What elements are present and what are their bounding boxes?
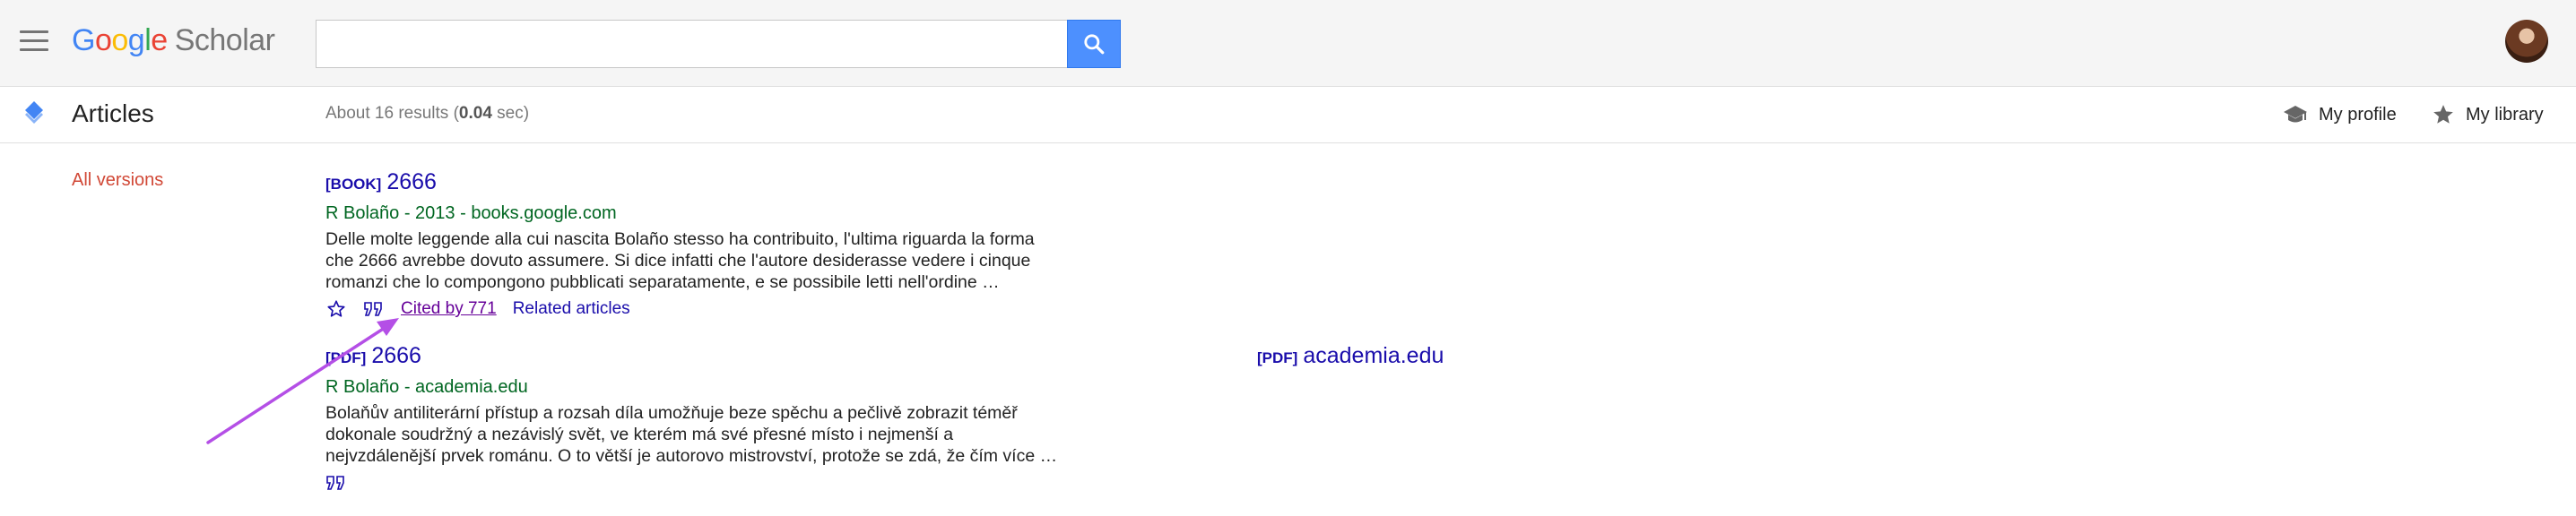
results-toolbar: Articles About 16 results (0.04 sec) My … (0, 87, 2576, 143)
result-meta: R Bolaño - academia.edu (325, 377, 528, 397)
cited-by-link[interactable]: Cited by 771 (401, 299, 497, 319)
result-type-tag: [BOOK] (325, 176, 382, 193)
search-button[interactable] (1067, 20, 1121, 68)
pdf-tag: [PDF] (1257, 349, 1298, 366)
graduation-cap-icon (2284, 106, 2307, 123)
result-actions (325, 470, 1079, 495)
save-star-icon[interactable] (325, 298, 347, 320)
related-articles-link[interactable]: Related articles (513, 299, 630, 319)
result-title-line: [PDF] 2666 (325, 341, 1079, 373)
pdf-source-label: academia.edu (1303, 343, 1444, 368)
search-result: [BOOK] 2666 R Bolaño - 2013 - books.googl… (325, 168, 1079, 322)
all-versions-link[interactable]: All versions (72, 170, 163, 191)
my-profile-label: My profile (2319, 104, 2397, 125)
result-type-tag: [PDF] (325, 349, 367, 366)
result-snippet: Bolaňův antiliterární přístup a rozsah d… (325, 403, 1058, 466)
cite-quote-icon[interactable] (363, 298, 385, 320)
pdf-source-link[interactable]: [PDF] academia.edu (1257, 341, 1444, 373)
cite-quote-icon[interactable] (325, 472, 347, 494)
search-result: [PDF] 2666 R Bolaño - academia.edu Bolaňů… (325, 341, 1079, 495)
google-scholar-logo[interactable]: Google Scholar (72, 23, 275, 58)
star-icon (2433, 105, 2453, 124)
section-title: Articles (72, 99, 154, 127)
result-meta: R Bolaño - 2013 - books.google.com (325, 203, 617, 223)
result-snippet: Delle molte leggende alla cui nascita Bo… (325, 229, 1035, 292)
results-stats: About 16 results (0.04 sec) (325, 104, 530, 123)
top-bar: Google Scholar (0, 0, 2576, 87)
articles-icon (25, 101, 43, 124)
my-profile-link[interactable]: My profile (2283, 99, 2397, 130)
result-title-line: [BOOK] 2666 (325, 168, 1079, 199)
search-input[interactable] (316, 20, 1067, 68)
search-icon (1084, 34, 1105, 55)
hamburger-menu-icon[interactable] (20, 30, 48, 52)
result-title-link[interactable]: 2666 (386, 169, 437, 194)
user-avatar[interactable] (2505, 20, 2548, 63)
my-library-label: My library (2466, 104, 2544, 125)
result-actions: Cited by 771 Related articles (325, 297, 1079, 322)
my-library-link[interactable]: My library (2432, 99, 2544, 130)
result-title-link[interactable]: 2666 (371, 343, 421, 368)
